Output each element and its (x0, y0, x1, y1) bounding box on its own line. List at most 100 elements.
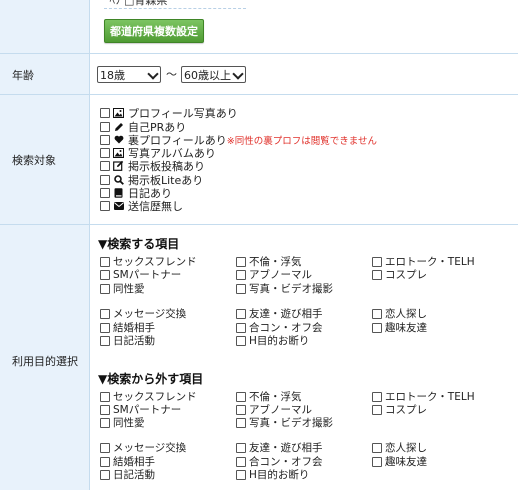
row-divider (0, 94, 518, 95)
chevron-down-icon (232, 68, 244, 80)
checkbox[interactable] (100, 442, 110, 453)
checkbox[interactable] (372, 456, 382, 467)
checkbox[interactable] (100, 121, 110, 132)
prefecture-partial-text: ﾟﾍｿ □青森県 (104, 0, 246, 9)
chevron-down-icon (147, 68, 159, 80)
include-option[interactable]: メッセージ交換 (100, 307, 186, 320)
exclude-option[interactable]: コスプレ (372, 403, 427, 416)
checkbox[interactable] (100, 322, 110, 333)
option-label: 恋人探し (385, 308, 427, 320)
checkbox[interactable] (100, 134, 110, 145)
option-label: H目的お断り (249, 469, 310, 481)
checkbox[interactable] (100, 283, 110, 294)
exclude-option[interactable]: 恋人探し (372, 441, 427, 454)
age-to-value: 60歳以上 (184, 68, 231, 82)
option-label: 日記活動 (113, 469, 155, 481)
option-label: H目的お断り (249, 335, 310, 347)
envelope-icon (113, 200, 124, 211)
checkbox[interactable] (100, 256, 110, 267)
checkbox[interactable] (100, 308, 110, 319)
checkbox[interactable] (236, 456, 246, 467)
target-warning-note: ※同性の裏プロフは閲覧できません (226, 135, 377, 147)
option-label: SMパートナー (113, 269, 182, 281)
image-icon (113, 147, 124, 158)
exclude-option[interactable]: 同性愛 (100, 416, 145, 429)
age-separator: 〜 (166, 68, 177, 81)
checkbox[interactable] (236, 322, 246, 333)
checkbox[interactable] (100, 391, 110, 402)
option-label: メッセージ交換 (113, 442, 187, 454)
age-label: 年齢 (12, 69, 34, 82)
target-label: 送信歴無し (128, 199, 183, 213)
checkbox[interactable] (100, 456, 110, 467)
include-option[interactable]: アブノーマル (236, 268, 312, 281)
option-label: 趣味友達 (385, 322, 427, 334)
checkbox[interactable] (100, 174, 110, 185)
exclude-option[interactable]: メッセージ交換 (100, 441, 186, 454)
prefecture-multi-select-button[interactable]: 都道府県複数設定 (104, 19, 204, 43)
checkbox[interactable] (100, 335, 110, 346)
checkbox[interactable] (372, 256, 382, 267)
option-label: 友達・遊び相手 (249, 308, 323, 320)
checkbox[interactable] (236, 442, 246, 453)
pencil-icon (113, 121, 124, 132)
include-option[interactable]: SMパートナー (100, 268, 181, 281)
exclude-option[interactable]: H目的お断り (236, 468, 309, 481)
option-label: コスプレ (385, 269, 427, 281)
checkbox[interactable] (236, 335, 246, 346)
checkbox[interactable] (236, 256, 246, 267)
checkbox[interactable] (236, 469, 246, 480)
checkbox[interactable] (372, 269, 382, 280)
checkbox[interactable] (372, 442, 382, 453)
checkbox[interactable] (100, 269, 110, 280)
option-label: 同性愛 (113, 283, 145, 295)
row-divider (0, 53, 518, 54)
include-option[interactable]: H目的お断り (236, 334, 309, 347)
checkbox[interactable] (236, 404, 246, 415)
exclude-section-title: ▼検索から外す項目 (98, 372, 204, 386)
checkbox[interactable] (236, 391, 246, 402)
exclude-option[interactable]: 趣味友達 (372, 455, 427, 468)
include-option[interactable]: 友達・遊び相手 (236, 307, 323, 320)
include-option[interactable]: 日記活動 (100, 334, 155, 347)
checkbox[interactable] (372, 308, 382, 319)
include-option[interactable]: 趣味友達 (372, 321, 427, 334)
purpose-label: 利用目的選択 (12, 355, 78, 368)
checkbox[interactable] (100, 469, 110, 480)
checkbox[interactable] (236, 269, 246, 280)
search-icon (113, 174, 124, 185)
include-option[interactable]: 写真・ビデオ撮影 (236, 282, 333, 295)
include-option[interactable]: 同性愛 (100, 282, 145, 295)
checkbox[interactable] (100, 200, 110, 211)
heart-icon (113, 134, 124, 145)
checkbox[interactable] (100, 404, 110, 415)
checkbox[interactable] (100, 107, 110, 118)
target-profile-photo[interactable]: プロフィール写真あり (100, 106, 238, 120)
checkbox[interactable] (100, 147, 110, 158)
checkbox[interactable] (372, 322, 382, 333)
age-from-value: 18歳 (100, 68, 125, 82)
option-label: コスプレ (385, 404, 427, 416)
exclude-option[interactable]: 写真・ビデオ撮影 (236, 416, 333, 429)
checkbox[interactable] (100, 187, 110, 198)
search-target-label: 検索対象 (12, 154, 56, 167)
target-no-sent-history[interactable]: 送信歴無し (100, 199, 183, 213)
option-label: 写真・ビデオ撮影 (249, 417, 333, 429)
include-option[interactable]: コスプレ (372, 268, 427, 281)
checkbox[interactable] (236, 308, 246, 319)
checkbox[interactable] (100, 417, 110, 428)
book-icon (113, 187, 124, 198)
checkbox[interactable] (372, 404, 382, 415)
target-board-post[interactable]: 掲示板投稿あり (100, 159, 205, 173)
include-option[interactable]: 恋人探し (372, 307, 427, 320)
checkbox[interactable] (372, 391, 382, 402)
age-from-select[interactable]: 18歳 (97, 66, 161, 83)
age-to-select[interactable]: 60歳以上 (181, 66, 246, 83)
checkbox[interactable] (236, 283, 246, 294)
checkbox[interactable] (236, 417, 246, 428)
option-label: 同性愛 (113, 417, 145, 429)
exclude-option[interactable]: 友達・遊び相手 (236, 441, 323, 454)
exclude-option[interactable]: 日記活動 (100, 468, 155, 481)
checkbox[interactable] (100, 160, 110, 171)
option-label: 友達・遊び相手 (249, 442, 323, 454)
